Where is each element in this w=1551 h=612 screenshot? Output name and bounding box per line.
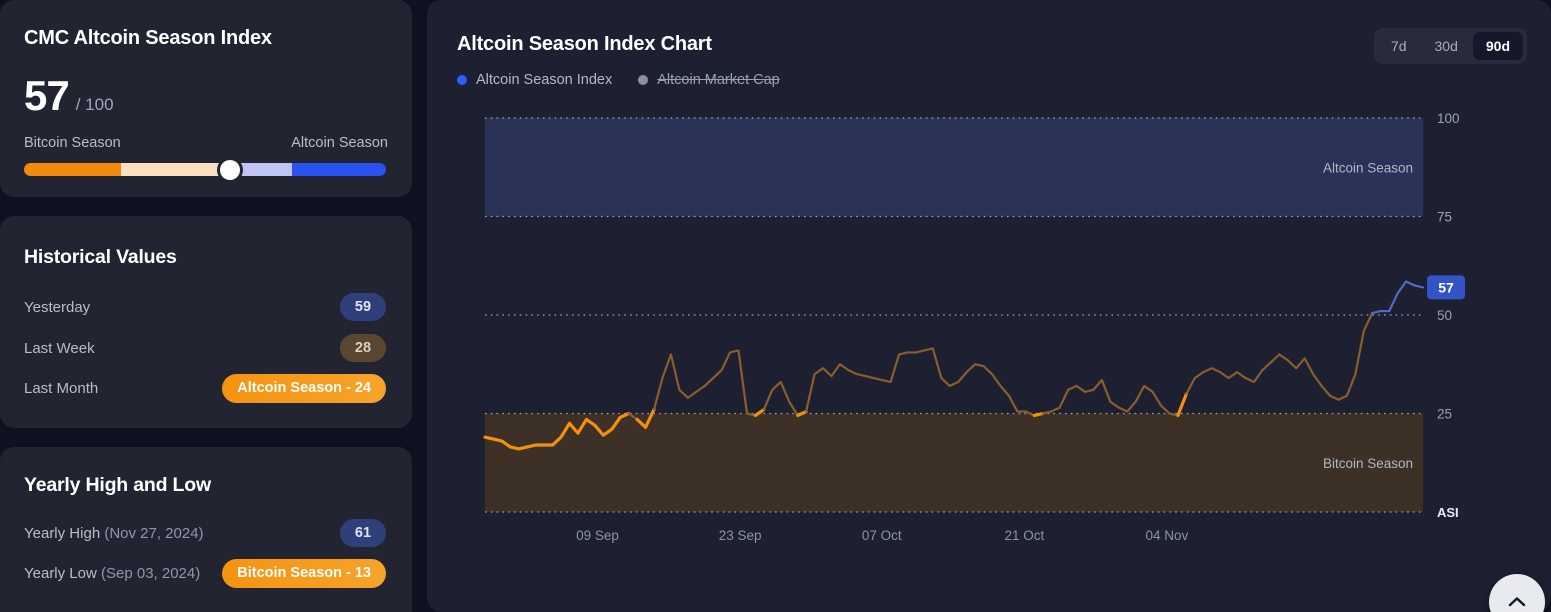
legend-dot-icon bbox=[457, 75, 467, 85]
index-score-value: 57 bbox=[24, 72, 70, 119]
y-axis-unit-label: ASI bbox=[1437, 505, 1459, 520]
altcoin-season-label: Altcoin Season bbox=[291, 135, 388, 151]
chart-line-segment bbox=[762, 380, 799, 417]
yearly-value-low: Bitcoin Season - 13 bbox=[222, 558, 386, 588]
yearly-label-high: Yearly High (Nov 27, 2024) bbox=[24, 525, 204, 542]
chart-title: Altcoin Season Index Chart bbox=[457, 33, 712, 55]
y-axis-tick-label: 50 bbox=[1437, 308, 1452, 323]
legend-dot-icon bbox=[638, 75, 649, 85]
yearly-label-low: Yearly Low (Sep 03, 2024) bbox=[24, 565, 200, 582]
legend-item-altcoin-market-cap[interactable]: Altcoin Market Cap bbox=[638, 72, 780, 88]
yearly-label-high-text: Yearly High bbox=[24, 524, 105, 542]
chart-line-segment bbox=[1371, 280, 1425, 315]
yearly-row-low: Yearly Low (Sep 03, 2024) Bitcoin Season… bbox=[24, 558, 386, 588]
historical-row-last-month: Last Month Altcoin Season - 24 bbox=[24, 373, 386, 403]
slider-segment-bitcoin-weak bbox=[121, 163, 219, 176]
historical-row-yesterday: Yesterday 59 bbox=[24, 293, 386, 321]
y-axis-tick-label: 75 bbox=[1437, 210, 1452, 225]
chart-legend: Altcoin Season Index Altcoin Market Cap bbox=[457, 72, 780, 88]
season-slider[interactable] bbox=[24, 159, 386, 180]
range-button-30d[interactable]: 30d bbox=[1422, 32, 1471, 60]
chevron-up-icon bbox=[1508, 597, 1526, 607]
chart-panel: Altcoin Season Index Chart Altcoin Seaso… bbox=[427, 0, 1551, 612]
bitcoin-season-label: Bitcoin Season bbox=[24, 135, 121, 151]
cmc-altcoin-season-index-card: CMC Altcoin Season Index 57 / 100 Bitcoi… bbox=[0, 0, 412, 197]
legend-item-altcoin-season-index[interactable]: Altcoin Season Index bbox=[457, 72, 612, 88]
historical-label-last-week: Last Week bbox=[24, 339, 95, 357]
chart-line-segment bbox=[652, 349, 757, 417]
range-button-90d[interactable]: 90d bbox=[1472, 32, 1523, 60]
y-axis-tick-label: 25 bbox=[1437, 407, 1452, 422]
x-axis-tick-label: 09 Sep bbox=[576, 528, 619, 543]
chart-plot-container[interactable]: 100 75 50 25 ASI Altcoin Season Bitcoin Season… bbox=[458, 110, 1520, 570]
x-axis-tick-label: 23 Sep bbox=[719, 528, 762, 543]
current-value-badge-text: 57 bbox=[1438, 279, 1454, 295]
x-axis-tick-label: 21 Oct bbox=[1004, 528, 1044, 543]
yearly-label-low-date: (Sep 03, 2024) bbox=[101, 564, 201, 582]
left-column: CMC Altcoin Season Index 57 / 100 Bitcoi… bbox=[0, 0, 412, 612]
x-axis-tick-label: 04 Nov bbox=[1146, 528, 1189, 543]
altcoin-season-page: CMC Altcoin Season Index 57 / 100 Bitcoi… bbox=[0, 0, 1551, 612]
chart-zone-label: Bitcoin Season bbox=[1323, 456, 1413, 471]
yearly-row-high: Yearly High (Nov 27, 2024) 61 bbox=[24, 519, 386, 547]
chart-line-segment bbox=[1032, 411, 1045, 418]
yearly-high-low-card: Yearly High and Low Yearly High (Nov 27,… bbox=[0, 447, 412, 612]
yearly-value-high: 61 bbox=[340, 519, 386, 547]
x-axis-tick-label: 07 Oct bbox=[862, 528, 902, 543]
historical-values-card: Historical Values Yesterday 59 Last Week… bbox=[0, 216, 412, 428]
yearly-label-low-text: Yearly Low bbox=[24, 564, 101, 582]
legend-label-altcoin-season-index: Altcoin Season Index bbox=[476, 72, 613, 88]
season-slider-thumb[interactable] bbox=[220, 159, 241, 180]
historical-values-title: Historical Values bbox=[24, 246, 177, 268]
historical-value-yesterday: 59 bbox=[340, 293, 386, 321]
season-slider-track bbox=[24, 163, 386, 176]
chart-line-segment bbox=[1185, 311, 1374, 401]
historical-value-last-month: Altcoin Season - 24 bbox=[222, 373, 386, 403]
chart-line-segment bbox=[1041, 378, 1180, 417]
chart-zone-label: Altcoin Season bbox=[1323, 160, 1413, 175]
historical-label-yesterday: Yesterday bbox=[24, 298, 91, 316]
historical-label-last-month: Last Month bbox=[24, 379, 99, 397]
chart-line-segment bbox=[805, 347, 1036, 417]
slider-segment-altcoin-strong bbox=[292, 163, 386, 176]
altcoin-season-index-chart[interactable]: 100 75 50 25 ASI Altcoin Season Bitcoin Season… bbox=[458, 110, 1520, 570]
historical-row-last-week: Last Week 28 bbox=[24, 334, 386, 362]
slider-segment-bitcoin-strong bbox=[24, 163, 122, 176]
range-button-7d[interactable]: 7d bbox=[1378, 32, 1420, 60]
chart-zone bbox=[485, 413, 1423, 512]
page-title: CMC Altcoin Season Index bbox=[24, 27, 272, 49]
yearly-high-low-title: Yearly High and Low bbox=[24, 474, 211, 496]
chart-zone bbox=[485, 118, 1423, 217]
historical-value-last-week: 28 bbox=[340, 334, 386, 362]
season-slider-labels: Bitcoin Season Altcoin Season bbox=[24, 135, 388, 151]
index-score-denominator: / 100 bbox=[75, 95, 114, 114]
legend-label-altcoin-market-cap: Altcoin Market Cap bbox=[657, 72, 780, 88]
yearly-label-high-date: (Nov 27, 2024) bbox=[104, 524, 204, 542]
time-range-selector: 7d 30d 90d bbox=[1373, 28, 1527, 64]
chart-line-segment bbox=[1176, 392, 1188, 418]
index-score: 57 / 100 bbox=[24, 75, 114, 117]
y-axis-tick-label: 100 bbox=[1437, 111, 1460, 126]
scroll-to-top-button[interactable] bbox=[1489, 574, 1545, 612]
